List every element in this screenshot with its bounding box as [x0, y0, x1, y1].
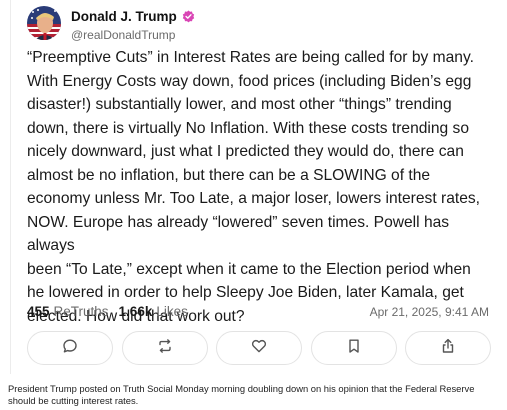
author-name-row: Donald J. Trump	[71, 9, 195, 24]
likes-count[interactable]: 1.66k	[119, 304, 153, 319]
verified-badge-icon	[182, 10, 195, 23]
like-button[interactable]	[216, 331, 302, 365]
comment-icon	[62, 338, 78, 359]
retruths-label[interactable]: ReTruths	[54, 304, 109, 319]
photo-caption: President Trump posted on Truth Social M…	[8, 383, 475, 406]
retruth-button[interactable]	[121, 331, 208, 365]
author-handle[interactable]: @realDonaldTrump	[71, 28, 175, 42]
reply-button[interactable]	[27, 331, 113, 365]
avatar[interactable]	[27, 6, 61, 40]
post-timestamp[interactable]: Apr 21, 2025, 9:41 AM	[370, 305, 489, 319]
repost-icon	[157, 338, 173, 359]
likes-label[interactable]: Likes	[156, 304, 188, 319]
post-action-bar	[27, 331, 491, 365]
retruths-count[interactable]: 455	[27, 304, 50, 319]
bookmark-icon	[346, 338, 362, 359]
truth-social-post: Donald J. Trump @realDonaldTrump “Preemp…	[10, 0, 500, 374]
bookmark-button[interactable]	[310, 331, 397, 365]
share-button[interactable]	[405, 331, 491, 365]
avatar-image	[27, 6, 61, 40]
share-icon	[440, 338, 456, 359]
author-display-name[interactable]: Donald J. Trump	[71, 9, 177, 24]
heart-icon	[251, 338, 267, 359]
post-body-text: “Preemptive Cuts” in Interest Rates are …	[27, 49, 481, 325]
post-stats: 455 ReTruths 1.66k Likes Apr 21, 2025, 9…	[27, 304, 489, 319]
